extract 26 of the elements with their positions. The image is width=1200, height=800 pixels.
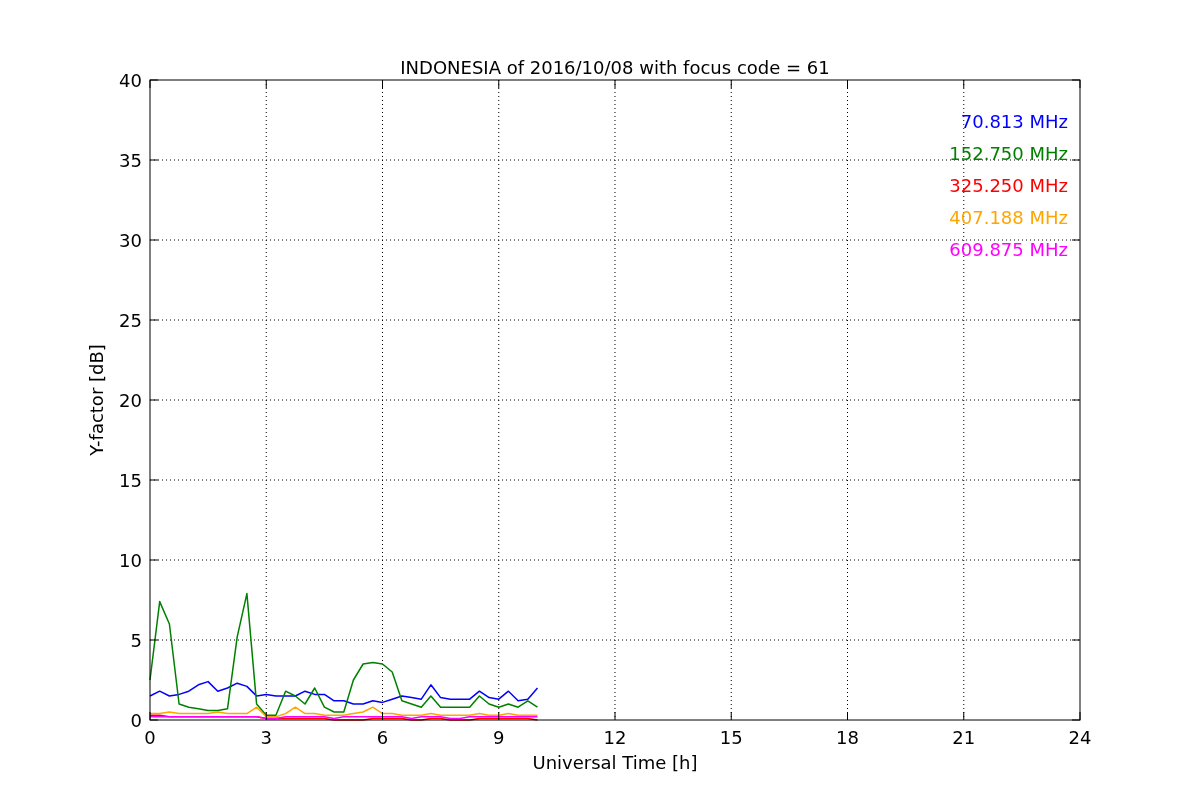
y-tick-label: 30 bbox=[119, 230, 142, 251]
y-tick-label: 25 bbox=[119, 310, 142, 331]
y-tick-label: 20 bbox=[119, 390, 142, 411]
y-tick-label: 40 bbox=[119, 70, 142, 91]
legend-label: 152.750 MHz bbox=[949, 143, 1068, 164]
legend-label: 609.875 MHz bbox=[949, 239, 1068, 260]
x-tick-label: 24 bbox=[1068, 727, 1092, 748]
x-tick-label: 12 bbox=[603, 727, 627, 748]
y-tick-label: 0 bbox=[130, 710, 142, 731]
x-tick-label: 18 bbox=[836, 727, 859, 748]
x-tick-label: 15 bbox=[719, 727, 743, 748]
x-axis-title: Universal Time [h] bbox=[532, 752, 698, 773]
y-tick-label: 10 bbox=[119, 550, 142, 571]
legend-label: 407.188 MHz bbox=[949, 207, 1068, 228]
x-tick-label: 6 bbox=[376, 727, 389, 748]
y-axis-title: Y-factor [dB] bbox=[86, 344, 107, 456]
legend-label: 325.250 MHz bbox=[949, 175, 1068, 196]
x-tick-label: 0 bbox=[144, 727, 156, 748]
x-tick-label: 3 bbox=[260, 727, 272, 748]
chart-title: INDONESIA of 2016/10/08 with focus code = 61 bbox=[400, 57, 830, 78]
x-tick-label: 21 bbox=[952, 727, 976, 748]
y-tick-label: 5 bbox=[130, 630, 142, 651]
y-tick-label: 35 bbox=[119, 150, 142, 171]
legend-label: 70.813 MHz bbox=[960, 111, 1068, 132]
y-tick-label: 15 bbox=[119, 470, 142, 491]
x-tick-label: 9 bbox=[493, 727, 505, 748]
